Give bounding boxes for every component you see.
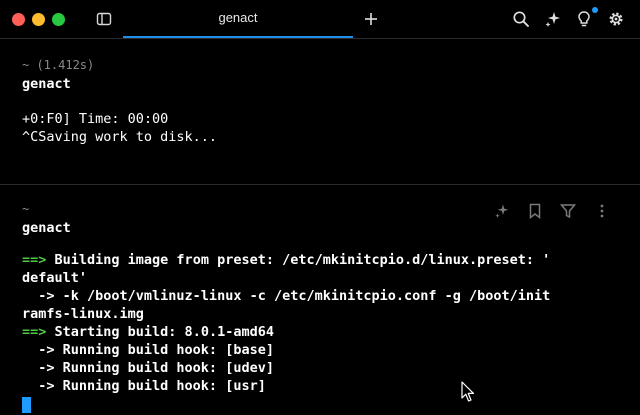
block-2-output: ==> Building image from preset: /etc/mki…	[22, 251, 550, 395]
arrow-prefix: ==>	[22, 252, 47, 268]
more-icon[interactable]	[594, 203, 610, 219]
output-line: ramfs-linux.img	[22, 306, 144, 322]
gear-icon[interactable]	[607, 10, 625, 28]
plus-icon[interactable]	[362, 10, 380, 28]
bookmark-icon[interactable]	[527, 203, 543, 219]
titlebar-divider	[0, 38, 640, 39]
mouse-pointer-icon	[461, 381, 475, 402]
output-line: -> -k /boot/vmlinuz-linux -c /etc/mkinit…	[22, 288, 551, 304]
arrow-prefix: ==>	[22, 324, 47, 340]
output-line: default'	[22, 270, 88, 286]
lightbulb-icon[interactable]	[575, 10, 593, 28]
tab-label: genact	[218, 10, 258, 25]
output-line: -> Running build hook: [udev]	[22, 360, 274, 376]
minimize-window-button[interactable]	[32, 13, 45, 26]
output-line: -> Running build hook: [base]	[22, 342, 274, 358]
sparkle-icon[interactable]	[494, 203, 510, 219]
output-line: ==> Building image from preset: /etc/mki…	[22, 252, 551, 268]
command-block-1[interactable]: ~ (1.412s) genact	[22, 58, 622, 92]
clipped-output-line	[22, 96, 602, 104]
maximize-window-button[interactable]	[52, 13, 65, 26]
sidebar-icon[interactable]	[96, 11, 112, 27]
notification-badge	[592, 7, 598, 13]
block-1-output: +0:F0] Time: 00:00 ^CSaving work to disk…	[22, 110, 217, 146]
sparkle-icon[interactable]	[544, 10, 562, 28]
output-line: ^CSaving work to disk...	[22, 129, 218, 145]
text-cursor[interactable]	[22, 397, 31, 413]
filter-icon[interactable]	[560, 203, 576, 219]
output-line: ==> Starting build: 8.0.1-amd64	[22, 324, 274, 340]
tab-genact[interactable]: genact	[123, 0, 353, 38]
search-icon[interactable]	[512, 10, 530, 28]
terminal-window: genact ~ (1.412s) genact +0:F0] Time: 00…	[0, 0, 640, 415]
output-line: +0:F0] Time: 00:00	[22, 111, 169, 127]
block-command: genact	[22, 220, 71, 236]
block-meta: ~ (1.412s)	[22, 58, 95, 72]
close-window-button[interactable]	[12, 13, 25, 26]
title-bar: genact	[0, 0, 640, 38]
block-divider	[0, 184, 640, 185]
block-command: genact	[22, 76, 71, 92]
